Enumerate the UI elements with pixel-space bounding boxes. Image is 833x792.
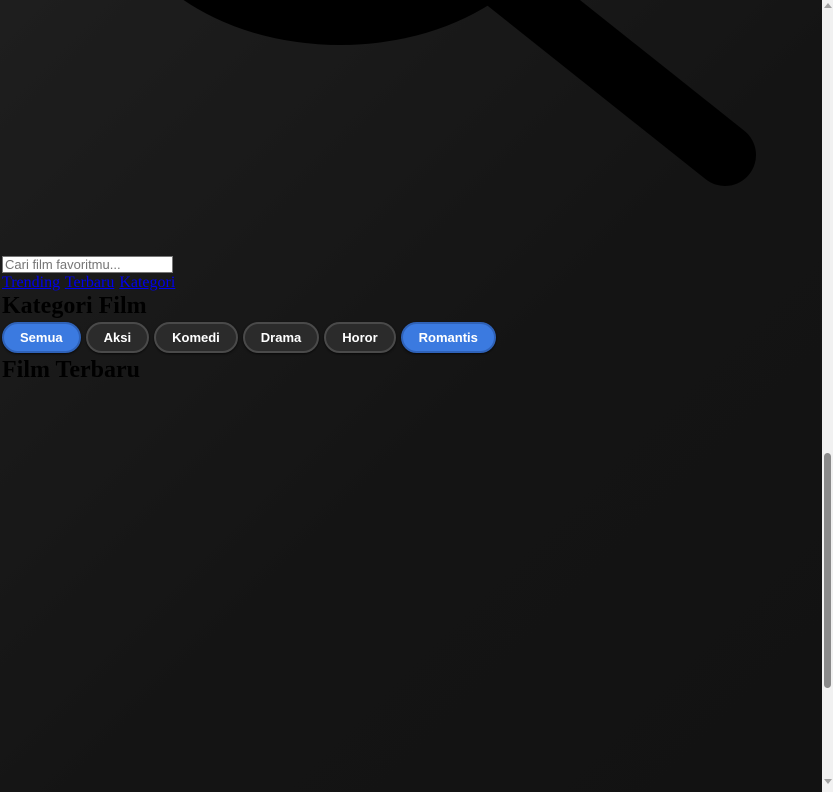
scrollbar-thumb[interactable] <box>824 453 831 688</box>
scroll-up-arrow-icon[interactable] <box>824 3 832 8</box>
category-chip-romantis[interactable]: Romantis <box>400 322 496 353</box>
categories-title: Kategori Film <box>2 293 147 319</box>
main-content: Trending Terbaru Kategori Kategori Film … <box>2 256 820 384</box>
nav-link-terbaru[interactable]: Terbaru <box>65 274 115 291</box>
scroll-down-arrow-icon[interactable] <box>824 779 832 784</box>
category-chip-drama[interactable]: Drama <box>242 322 320 353</box>
category-chips: Semua Aksi Komedi Drama Horor Romantis <box>2 321 820 354</box>
vertical-scrollbar[interactable] <box>822 0 833 792</box>
category-chip-horor[interactable]: Horor <box>324 322 396 353</box>
hero-search-icon <box>0 0 822 260</box>
nav-link-kategori[interactable]: Kategori <box>119 274 175 291</box>
nav-links: Trending Terbaru Kategori <box>2 274 820 292</box>
category-chip-aksi[interactable]: Aksi <box>85 322 150 353</box>
category-chip-komedi[interactable]: Komedi <box>154 322 238 353</box>
nav-link-trending[interactable]: Trending <box>2 274 60 291</box>
category-chip-semua[interactable]: Semua <box>2 322 81 353</box>
latest-films-title: Film Terbaru <box>2 357 141 383</box>
search-input[interactable] <box>2 256 173 273</box>
